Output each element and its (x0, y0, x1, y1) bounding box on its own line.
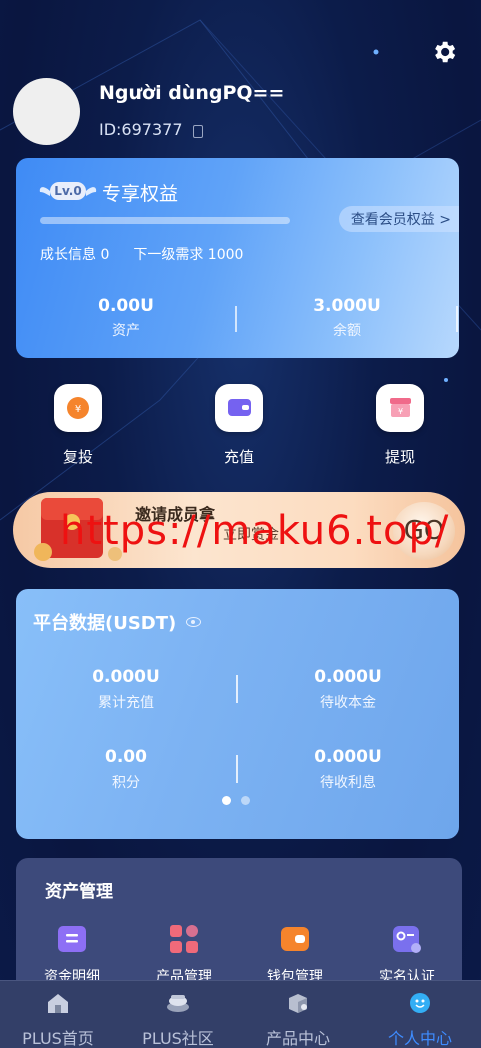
gift-box-icon: ¥ (376, 384, 424, 432)
real-name-verification-button[interactable]: 实名认证 (352, 924, 462, 986)
reinvest-label: 复投 (62, 448, 93, 466)
stat-label: 待收本金 (320, 695, 376, 711)
recharge-button[interactable]: 充值 (189, 384, 289, 467)
wallet-icon (280, 924, 310, 954)
stat-value: 0.000U (314, 667, 382, 687)
points-stat: 0.00 积分 (16, 747, 236, 792)
profile-icon (407, 991, 433, 1015)
platform-data-card: 平台数据(USDT) 0.000U 累计充值 0.000U 待收本金 0.00 … (16, 589, 459, 839)
svg-text:¥: ¥ (398, 407, 403, 416)
balance-value: 3.000U (313, 296, 381, 316)
withdraw-button[interactable]: ¥ 提现 (350, 384, 450, 467)
carousel-dot[interactable] (222, 796, 231, 805)
product-management-button[interactable]: 产品管理 (129, 924, 239, 986)
assets-label: 资产 (112, 323, 140, 339)
eye-icon[interactable] (186, 617, 202, 627)
assets-stat: 0.00U 资产 (16, 296, 236, 340)
avatar[interactable] (13, 78, 80, 145)
asset-management-card: 资产管理 资金明细 产品管理 钱包管理 实名认证 (16, 858, 462, 998)
tab-personal-center[interactable]: 个人中心 (360, 991, 480, 1048)
stat-label: 累计充值 (98, 695, 154, 711)
stat-label: 积分 (112, 775, 140, 791)
bottom-tab-bar: PLUS首页 PLUS社区 产品中心 个人中心 (0, 980, 481, 1048)
tab-label: PLUS社区 (142, 1029, 214, 1048)
wallet-management-button[interactable]: 钱包管理 (240, 924, 350, 986)
growth-progress-bar (40, 217, 290, 224)
level-badge: Lv.0 (38, 180, 98, 202)
stat-value: 0.000U (92, 667, 160, 687)
grid-apps-icon (169, 924, 199, 954)
user-id: ID:697377 (99, 120, 183, 139)
user-id-row: ID:697377 (99, 120, 203, 139)
yen-coin-icon: ¥ (54, 384, 102, 432)
reinvest-button[interactable]: ¥ 复投 (28, 384, 128, 467)
carousel-dots (222, 796, 250, 805)
wallet-icon (215, 384, 263, 432)
pending-principal-stat: 0.000U 待收本金 (238, 667, 458, 712)
withdraw-label: 提现 (384, 448, 415, 466)
balance-stat: 3.000U 余额 (237, 296, 457, 340)
id-card-icon (392, 924, 422, 954)
platform-title-row: 平台数据(USDT) (33, 609, 202, 635)
total-recharge-stat: 0.000U 累计充值 (16, 667, 236, 712)
recharge-label: 充值 (223, 448, 254, 466)
tab-product-center[interactable]: 产品中心 (238, 991, 358, 1048)
growth-info-row: 成长信息 0 下一级需求 1000 (40, 244, 243, 264)
svg-text:¥: ¥ (75, 404, 81, 415)
ledger-icon (57, 924, 87, 954)
tab-label: 产品中心 (265, 1029, 330, 1048)
carousel-dot[interactable] (241, 796, 250, 805)
tab-label: 个人中心 (387, 1029, 452, 1048)
vip-title: 专享权益 (102, 183, 179, 205)
home-icon (45, 991, 71, 1015)
product-box-icon (285, 991, 311, 1015)
next-level-requirement: 下一级需求 1000 (133, 247, 244, 263)
fund-details-button[interactable]: 资金明细 (17, 924, 127, 986)
stat-divider (456, 306, 458, 332)
assets-value: 0.00U (98, 296, 154, 316)
pending-interest-stat: 0.000U 待收利息 (238, 747, 458, 792)
username: Người dùngPQ== (99, 82, 285, 104)
balance-label: 余额 (333, 323, 361, 339)
platform-title: 平台数据(USDT) (33, 613, 177, 634)
watermark-url: https://maku6.top/ (60, 508, 450, 554)
level-label: Lv.0 (50, 182, 86, 200)
view-benefits-button[interactable]: 查看会员权益 > (338, 206, 459, 232)
community-icon (165, 991, 191, 1015)
stat-value: 0.00 (105, 747, 147, 767)
stat-label: 待收利息 (320, 775, 376, 791)
growth-info: 成长信息 0 (40, 247, 110, 263)
asset-management-title: 资产管理 (45, 882, 113, 902)
stat-value: 0.000U (314, 747, 382, 767)
tab-plus-community[interactable]: PLUS社区 (118, 991, 238, 1048)
tab-label: PLUS首页 (22, 1029, 94, 1048)
tab-plus-home[interactable]: PLUS首页 (0, 991, 118, 1048)
vip-card: Lv.0 专享权益 查看会员权益 > 成长信息 0 下一级需求 1000 0.0… (16, 158, 459, 358)
copy-icon[interactable] (192, 124, 203, 138)
settings-gear-icon[interactable] (430, 38, 458, 66)
